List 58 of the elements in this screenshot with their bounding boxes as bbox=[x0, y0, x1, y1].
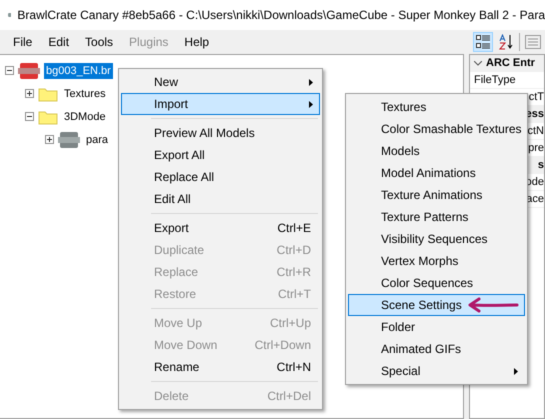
context-menu-item[interactable]: Export Ctrl+E bbox=[121, 217, 320, 239]
property-name: pre bbox=[528, 142, 544, 154]
context-menu-item[interactable]: New bbox=[121, 71, 320, 93]
menu-item[interactable]: Help bbox=[176, 32, 218, 52]
menu-item[interactable]: Edit bbox=[40, 32, 78, 52]
context-menu-item[interactable]: Export All bbox=[121, 144, 320, 166]
context-menu-item[interactable]: Rename Ctrl+N bbox=[121, 356, 320, 378]
model-file-icon bbox=[58, 130, 80, 148]
tree-item[interactable]: 3DMode bbox=[62, 108, 108, 124]
submenu-item[interactable]: Vertex Morphs bbox=[348, 250, 525, 272]
sort-icon bbox=[499, 34, 513, 50]
submenu-item[interactable]: Texture Patterns bbox=[348, 206, 525, 228]
window-title: BrawlCrate Canary #8eb5a66 - C:\Users\nikki\Downloads\GameCube - Super Monkey Ball 2 - Para bbox=[17, 8, 545, 22]
property-name: FileType bbox=[474, 74, 516, 86]
context-menu-item[interactable]: Import bbox=[121, 93, 320, 115]
folder-icon bbox=[38, 108, 58, 124]
submenu-item[interactable]: Folder bbox=[348, 316, 525, 338]
categorized-view-icon bbox=[476, 35, 490, 49]
context-menu-item[interactable]: Preview All Models bbox=[121, 122, 320, 144]
submenu-item[interactable]: Color Smashable Textures bbox=[348, 118, 525, 140]
submenu-item[interactable]: Visibility Sequences bbox=[348, 228, 525, 250]
expand-toggle[interactable] bbox=[25, 89, 34, 98]
chevron-icon bbox=[474, 60, 482, 66]
context-menu-item[interactable]: Edit All bbox=[121, 188, 320, 210]
shortcut-label: Ctrl+E bbox=[277, 221, 311, 235]
submenu-item[interactable]: Model Animations bbox=[348, 162, 525, 184]
shortcut-label: Ctrl+R bbox=[276, 265, 311, 279]
bres-file-icon bbox=[18, 62, 40, 80]
pointer-arrow bbox=[467, 297, 519, 313]
property-name: ctT bbox=[528, 91, 544, 103]
shortcut-label: Ctrl+Del bbox=[267, 389, 311, 403]
property-pages-icon bbox=[525, 35, 541, 49]
shortcut-label: Ctrl+T bbox=[278, 287, 311, 301]
submenu-item[interactable]: Textures bbox=[348, 96, 525, 118]
submenu-item[interactable]: Color Sequences bbox=[348, 272, 525, 294]
collapse-toggle[interactable] bbox=[25, 112, 34, 121]
menu-item[interactable]: Tools bbox=[77, 32, 122, 52]
shortcut-label: Ctrl+Up bbox=[270, 316, 311, 330]
property-name: ctN bbox=[528, 125, 544, 137]
submenu-item[interactable]: Models bbox=[348, 140, 525, 162]
tree-item[interactable]: bg003_EN.br bbox=[44, 62, 113, 78]
shortcut-label: Ctrl+Down bbox=[254, 338, 311, 352]
tree-item[interactable]: Textures bbox=[62, 86, 108, 102]
menu-item[interactable]: File bbox=[5, 32, 40, 52]
property-category: s bbox=[538, 159, 544, 171]
tree-item[interactable]: para bbox=[84, 132, 110, 148]
shortcut-label: Ctrl+D bbox=[276, 243, 311, 257]
submenu-item[interactable]: Texture Animations bbox=[348, 184, 525, 206]
context-menu-item[interactable]: Replace All bbox=[121, 166, 320, 188]
property-category: ARC Entr bbox=[486, 57, 535, 69]
expand-toggle[interactable] bbox=[45, 135, 54, 144]
submenu-item[interactable]: Scene Settings bbox=[348, 294, 525, 316]
collapse-toggle[interactable] bbox=[5, 66, 14, 75]
submenu-item[interactable]: Animated GIFs bbox=[348, 338, 525, 360]
shortcut-label: Ctrl+N bbox=[276, 360, 311, 374]
toolbar-button[interactable] bbox=[473, 32, 493, 52]
submenu-item[interactable]: Special bbox=[348, 360, 525, 382]
folder-icon bbox=[38, 86, 58, 102]
